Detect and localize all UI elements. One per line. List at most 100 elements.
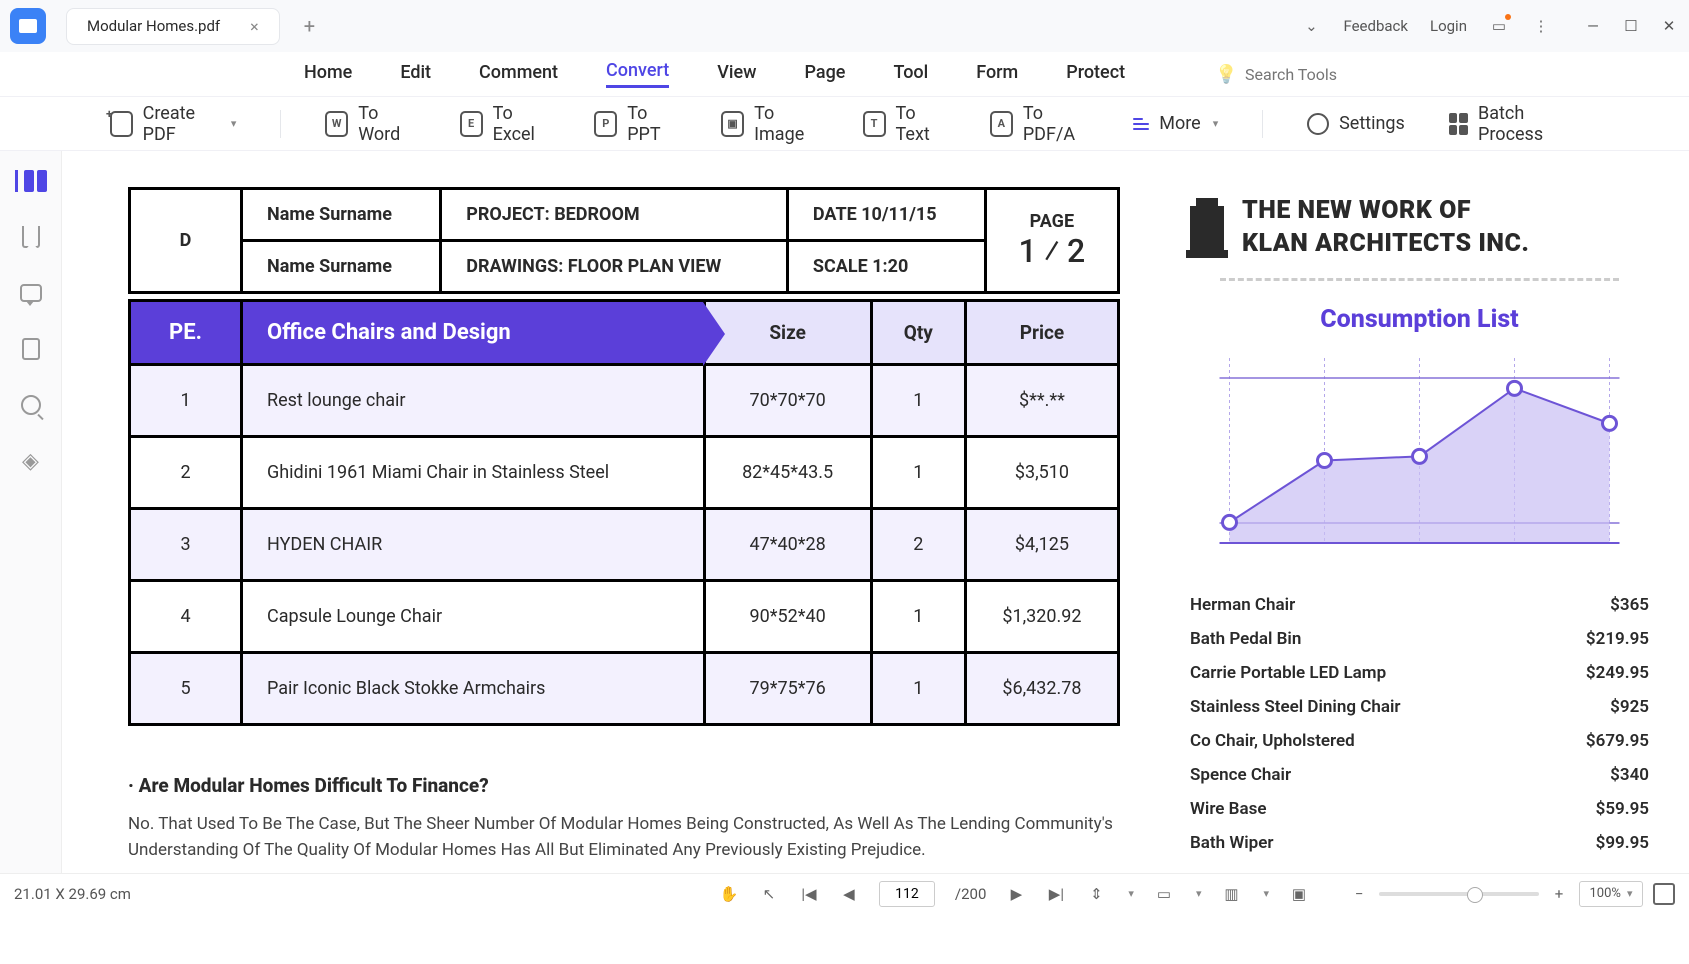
separator — [280, 110, 281, 138]
pdfa-icon: A — [990, 111, 1013, 137]
menu-comment[interactable]: Comment — [479, 62, 558, 87]
page-number-input[interactable] — [879, 881, 935, 907]
more-button[interactable]: More▾ — [1133, 113, 1218, 134]
attachments-panel-button[interactable] — [17, 337, 45, 361]
batch-icon — [1449, 113, 1468, 135]
cell-qty: 1 — [871, 581, 965, 653]
price-name: Co Chair, Upholstered — [1190, 731, 1355, 751]
comments-panel-button[interactable] — [17, 281, 45, 305]
cell-name: Capsule Lounge Chair — [242, 581, 705, 653]
reading-mode-icon[interactable]: ▣ — [1289, 884, 1309, 904]
last-page-button[interactable]: ▶| — [1046, 884, 1066, 904]
menu-page[interactable]: Page — [805, 62, 846, 87]
price-row: Bath Pedal Bin$219.95 — [1190, 622, 1649, 656]
zoom-slider[interactable] — [1379, 892, 1539, 896]
tab-title: Modular Homes.pdf — [87, 17, 220, 35]
document-tab[interactable]: Modular Homes.pdf × — [66, 8, 280, 45]
chair-icon — [1190, 206, 1224, 250]
menu-view[interactable]: View — [717, 62, 756, 87]
new-tab-button[interactable]: + — [304, 14, 315, 38]
consumption-chart — [1190, 358, 1649, 558]
price-name: Wire Base — [1190, 799, 1266, 819]
select-tool-icon[interactable]: ↖ — [759, 884, 779, 904]
items-table: PE. Office Chairs and Design Size Qty Pr… — [128, 299, 1120, 726]
cell-size: 79*75*76 — [704, 653, 871, 725]
tab-close-icon[interactable]: × — [250, 17, 259, 36]
menu-form[interactable]: Form — [976, 62, 1018, 87]
doc-header-table: D Name Surname PROJECT: BEDROOM DATE 10/… — [128, 187, 1120, 294]
chevron-down-icon: ▾ — [231, 117, 237, 130]
price-row: Stainless Steel Dining Chair$925 — [1190, 690, 1649, 724]
bookmarks-panel-button[interactable] — [17, 225, 45, 249]
layers-icon: ◈ — [22, 449, 39, 474]
convert-toolbar: Create PDF▾ WTo Word ETo Excel PTo PPT ▣… — [0, 96, 1689, 151]
status-bar: 21.01 X 29.69 cm ✋ ↖ |◀ ◀ /200 ▶ ▶| ⇕▾ ▭… — [0, 873, 1689, 913]
price-value: $925 — [1610, 697, 1649, 717]
menu-home[interactable]: Home — [304, 62, 352, 87]
table-row: 4 Capsule Lounge Chair 90*52*40 1 $1,320… — [130, 581, 1119, 653]
menu-tool[interactable]: Tool — [893, 62, 928, 87]
notification-icon[interactable]: ▭ — [1489, 16, 1509, 36]
first-page-button[interactable]: |◀ — [799, 884, 819, 904]
price-name: Herman Chair — [1190, 595, 1295, 615]
page-dimensions: 21.01 X 29.69 cm — [14, 885, 131, 903]
excel-icon: E — [460, 111, 483, 137]
zoom-in-button[interactable]: + — [1549, 884, 1569, 904]
cell-size: 70*70*70 — [704, 365, 871, 437]
close-button[interactable]: ✕ — [1659, 17, 1679, 35]
layers-panel-button[interactable]: ◈ — [17, 449, 45, 473]
hand-tool-icon[interactable]: ✋ — [719, 884, 739, 904]
fit-width-icon[interactable]: ⇕ — [1086, 884, 1106, 904]
search-panel-button[interactable] — [17, 393, 45, 417]
menu-edit[interactable]: Edit — [400, 62, 431, 87]
separator — [1262, 110, 1263, 138]
price-row: Carrie Portable LED Lamp $249.95 — [1190, 656, 1649, 690]
to-word-button[interactable]: WTo Word — [325, 103, 415, 145]
col-size: Size — [704, 301, 871, 365]
price-value: $249.95 — [1586, 663, 1649, 683]
maximize-button[interactable]: ☐ — [1621, 17, 1641, 35]
feedback-link[interactable]: Feedback — [1343, 17, 1408, 35]
price-row: Herman Chair$365 — [1190, 588, 1649, 622]
fullscreen-icon[interactable] — [1653, 883, 1675, 905]
price-value: $679.95 — [1586, 731, 1649, 751]
batch-process-button[interactable]: Batch Process — [1449, 103, 1579, 145]
cell-price: $1,320.92 — [965, 581, 1118, 653]
menu-bar: Home Edit Comment Convert View Page Tool… — [0, 52, 1689, 96]
kebab-menu-icon[interactable]: ⋮ — [1531, 16, 1551, 36]
prev-page-button[interactable]: ◀ — [839, 884, 859, 904]
cell-pe: 2 — [130, 437, 242, 509]
zoom-out-button[interactable]: − — [1349, 884, 1369, 904]
next-page-button[interactable]: ▶ — [1006, 884, 1026, 904]
cell-price: $4,125 — [965, 509, 1118, 581]
drawings-label: DRAWINGS: FLOOR PLAN VIEW — [441, 241, 788, 293]
menu-convert[interactable]: Convert — [606, 60, 669, 88]
document-content: D Name Surname PROJECT: BEDROOM DATE 10/… — [62, 151, 1689, 873]
thumbnails-icon — [15, 170, 47, 192]
to-pdfa-button[interactable]: ATo PDF/A — [990, 103, 1089, 145]
search-tools-input[interactable] — [1245, 65, 1385, 84]
cell-qty: 1 — [871, 365, 965, 437]
to-image-button[interactable]: ▣To Image — [721, 103, 819, 145]
to-text-button[interactable]: TTo Text — [863, 103, 946, 145]
chevron-down-icon[interactable]: ⌄ — [1301, 16, 1321, 36]
price-list: Herman Chair$365Bath Pedal Bin$219.95Car… — [1190, 588, 1649, 860]
bulb-icon: 💡 — [1215, 64, 1235, 84]
menu-protect[interactable]: Protect — [1066, 62, 1125, 87]
ppt-icon: P — [594, 111, 617, 137]
word-icon: W — [325, 111, 348, 137]
settings-button[interactable]: Settings — [1307, 113, 1405, 135]
login-link[interactable]: Login — [1430, 17, 1467, 35]
bookmark-icon — [22, 226, 40, 248]
fit-page-icon[interactable]: ▭ — [1154, 884, 1174, 904]
zoom-percent[interactable]: 100%▾ — [1579, 881, 1643, 907]
create-pdf-button[interactable]: Create PDF▾ — [110, 103, 236, 145]
minimize-button[interactable]: — — [1583, 17, 1603, 35]
price-name: Carrie Portable LED Lamp — [1190, 663, 1386, 683]
to-excel-button[interactable]: ETo Excel — [460, 103, 551, 145]
table-row: 1 Rest lounge chair 70*70*70 1 $**.** — [130, 365, 1119, 437]
to-ppt-button[interactable]: PTo PPT — [594, 103, 677, 145]
price-name: Bath Wiper — [1190, 833, 1274, 853]
view-mode-icon[interactable]: ▥ — [1221, 884, 1241, 904]
thumbnails-panel-button[interactable] — [17, 169, 45, 193]
